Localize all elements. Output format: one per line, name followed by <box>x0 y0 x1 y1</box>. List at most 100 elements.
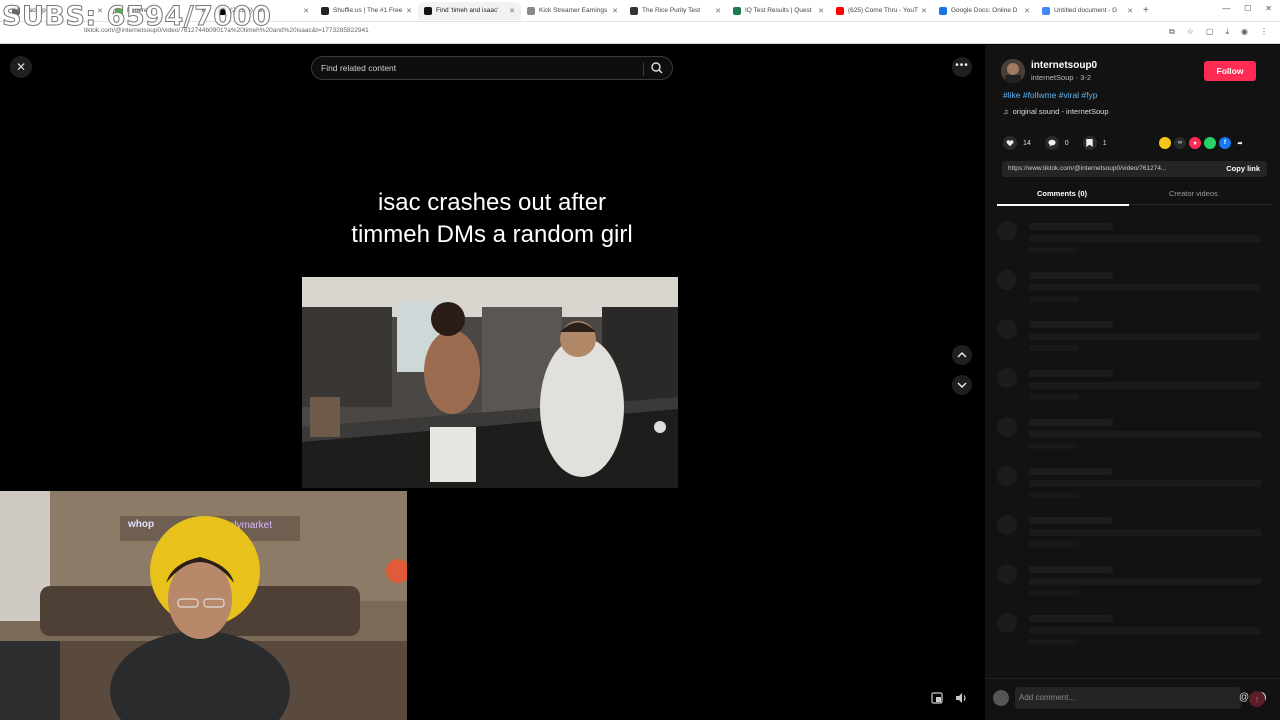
browser-tab[interactable]: Shuffle.us | The #1 Free ✕ <box>315 2 418 20</box>
video-link-box: https://www.tiktok.com/@internetsoup0/vi… <box>1002 161 1267 177</box>
close-icon[interactable]: ✕ <box>612 7 618 15</box>
like-button[interactable] <box>1003 136 1017 150</box>
bookmark-star-icon[interactable]: ☆ <box>1187 27 1194 37</box>
avatar[interactable] <box>1001 59 1025 83</box>
downloads-icon[interactable]: ⤓ <box>1225 27 1229 37</box>
comment-input[interactable]: Add comment... @ <box>1015 687 1266 709</box>
caption-line: timmeh DMs a random girl <box>351 221 633 248</box>
close-icon[interactable]: ✕ <box>406 7 412 15</box>
browser-tab-active[interactable]: Find 'timeh and isaac' ✕ <box>418 1 521 20</box>
bookmark-icon <box>1086 139 1093 147</box>
skeleton-avatar <box>997 368 1017 388</box>
skeleton-row <box>997 609 1273 658</box>
window-close-icon[interactable]: ✕ <box>1265 4 1272 13</box>
skeleton-avatar <box>997 564 1017 584</box>
previous-video-button[interactable] <box>952 345 972 365</box>
creator-subline: internetSoup · 3-2 <box>1031 73 1092 82</box>
browser-tab[interactable]: (29.9%) Best ✕ <box>212 2 315 20</box>
close-icon[interactable]: ✕ <box>509 7 515 15</box>
skeleton-row <box>997 511 1273 560</box>
facebook-icon[interactable]: f <box>1219 137 1231 149</box>
music-note-icon: ♫ <box>1003 107 1009 116</box>
tab-favicon-icon <box>630 6 638 15</box>
search-divider <box>643 62 644 76</box>
hashtags[interactable]: #like #follwme #viral #fyp <box>1003 90 1097 100</box>
skeleton-line <box>1029 223 1113 230</box>
install-icon[interactable]: ⧉ <box>1169 27 1175 37</box>
maximize-icon[interactable]: ☐ <box>1244 4 1251 13</box>
browser-tab[interactable]: Kick Streamer Earnings ✕ <box>521 2 624 20</box>
comment-button[interactable] <box>1044 136 1059 150</box>
close-icon[interactable]: ✕ <box>921 7 927 15</box>
new-tab-icon[interactable]: + <box>1143 5 1149 16</box>
url-text[interactable]: tiktok.com/@internetsoup0/video/7612744b… <box>84 27 369 34</box>
related-search-bar[interactable]: Find related content <box>311 56 673 80</box>
sound-name: original sound - internetSoup <box>1012 107 1109 116</box>
sidebar-icon[interactable]: ▢ <box>1206 27 1214 37</box>
creator-username[interactable]: internetsoup0 <box>1031 60 1097 71</box>
more-dots-icon: ••• <box>955 60 969 71</box>
follow-button[interactable]: Follow <box>1204 61 1256 81</box>
skeleton-line <box>1029 480 1261 487</box>
browser-tab[interactable]: Pinterest ✕ <box>109 2 212 20</box>
volume-button[interactable] <box>953 690 969 706</box>
browser-tab[interactable]: Backup ✕ <box>6 2 109 20</box>
close-icon[interactable]: ✕ <box>1127 7 1133 15</box>
mention-icon[interactable]: @ <box>1239 692 1249 703</box>
search-icon[interactable] <box>650 61 664 75</box>
tab-creator-videos[interactable]: Creator videos <box>1169 189 1218 198</box>
browser-tab-bar: Backup ✕ Pinterest ✕ (29.9%) Best ✕ Shuffle… <box>0 0 1280 22</box>
minimize-icon[interactable]: — <box>1222 4 1230 13</box>
browser-tab[interactable]: IQ Test Results | Quest ✕ <box>727 2 830 20</box>
close-icon[interactable]: ✕ <box>97 7 103 15</box>
skeleton-line <box>1029 590 1079 596</box>
like-count: 14 <box>1023 139 1031 147</box>
skeleton-row <box>997 266 1273 315</box>
close-icon: ✕ <box>15 60 27 74</box>
whatsapp-icon[interactable] <box>1204 137 1216 149</box>
browser-tab[interactable]: Google Docs: Online D ✕ <box>933 2 1036 20</box>
browser-tab[interactable]: Untitled document - G ✕ <box>1036 2 1139 20</box>
close-icon[interactable]: ✕ <box>818 7 824 15</box>
browser-tab[interactable]: The Rice Purity Test ✕ <box>624 2 727 20</box>
close-icon[interactable]: ✕ <box>200 7 206 15</box>
tiktok-favicon-icon <box>424 6 432 15</box>
embed-icon[interactable]: ‹› <box>1174 137 1186 149</box>
post-comment-button[interactable]: ↑ <box>1249 691 1265 707</box>
video-link-text: https://www.tiktok.com/@internetsoup0/vi… <box>1008 165 1167 172</box>
sound-link[interactable]: ♫ original sound - internetSoup <box>1003 107 1109 116</box>
close-video-button[interactable]: ✕ <box>10 56 32 78</box>
skeleton-line <box>1029 443 1079 449</box>
close-icon[interactable]: ✕ <box>715 7 721 15</box>
google-favicon-icon <box>939 6 947 15</box>
browser-tab[interactable]: (625) Come Thru - YouT ✕ <box>830 2 933 20</box>
skeleton-row <box>997 315 1273 364</box>
streamer-webcam-overlay: whop Polymarket <box>0 491 407 720</box>
picture-in-picture-button[interactable] <box>929 690 945 706</box>
copy-link-button[interactable]: Copy link <box>1226 164 1260 173</box>
more-options-button[interactable]: ••• <box>952 57 972 77</box>
save-button[interactable] <box>1082 136 1097 150</box>
profile-icon[interactable]: ◉ <box>1241 27 1248 37</box>
skeleton-line <box>1029 382 1261 389</box>
video-frame <box>302 277 678 488</box>
send-to-friends-icon[interactable]: ▾ <box>1189 137 1201 149</box>
tab-comments[interactable]: Comments (0) <box>1037 189 1087 198</box>
skeleton-line <box>1029 370 1113 377</box>
search-input[interactable]: Find related content <box>321 63 396 73</box>
volume-icon <box>955 693 966 703</box>
share-arrow-icon[interactable]: ➦ <box>1234 137 1246 149</box>
next-video-button[interactable] <box>952 375 972 395</box>
comments-loading-skeleton <box>997 217 1273 658</box>
window-controls: — ☐ ✕ <box>1222 4 1272 13</box>
skeleton-avatar <box>997 613 1017 633</box>
skeleton-line <box>1029 235 1261 242</box>
skeleton-avatar <box>997 319 1017 339</box>
close-icon[interactable]: ✕ <box>1024 7 1030 15</box>
skeleton-line <box>1029 272 1113 279</box>
coin-share-icon[interactable] <box>1159 137 1171 149</box>
close-icon[interactable]: ✕ <box>303 7 309 15</box>
skeleton-row <box>997 217 1273 266</box>
browser-menu-icon[interactable]: ⋮ <box>1260 27 1268 37</box>
skeleton-avatar <box>997 466 1017 486</box>
